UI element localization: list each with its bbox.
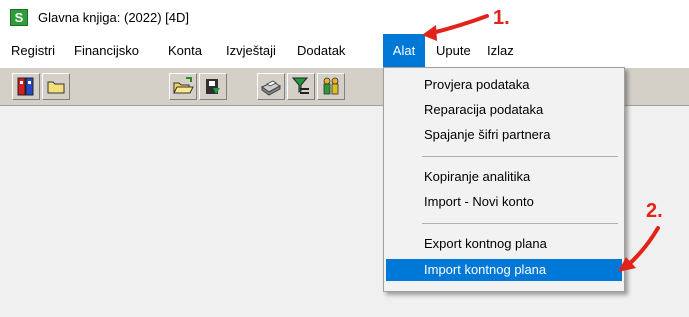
window-title: Glavna knjiga: (2022) [4D] — [38, 10, 190, 25]
filter-sum-button[interactable] — [287, 73, 315, 100]
save-button[interactable] — [199, 73, 227, 100]
annotation-step-1: 1. — [493, 7, 510, 29]
menu-item-reparacija-podataka[interactable]: Reparacija podataka — [386, 99, 622, 121]
menu-financijsko[interactable]: Financijsko — [67, 34, 146, 67]
menu-item-kopiranje-analitika[interactable]: Kopiranje analitika — [386, 166, 622, 188]
menu-item-spajanje-sifri-partnera[interactable]: Spajanje šifri partnera — [386, 124, 622, 146]
app-logo-icon: S — [10, 9, 28, 26]
menu-item-export-kontnog-plana[interactable]: Export kontnog plana — [386, 233, 622, 255]
printer-icon — [261, 80, 282, 96]
open-folder-button[interactable] — [169, 73, 197, 100]
menu-izvjestaji[interactable]: Izvještaji — [219, 34, 283, 67]
print-button[interactable] — [257, 73, 285, 100]
menu-separator — [422, 223, 618, 224]
title-bar: S Glavna knjiga: (2022) [4D] — [0, 0, 689, 34]
open-folder-icon — [173, 77, 194, 94]
menu-item-provjera-podataka[interactable]: Provjera podataka — [386, 74, 622, 96]
menu-dodatak[interactable]: Dodatak — [290, 34, 352, 67]
menu-item-import-novi-konto[interactable]: Import - Novi konto — [386, 191, 622, 213]
annotation-step-2: 2. — [646, 200, 663, 222]
users-button[interactable] — [317, 73, 345, 100]
filter-sum-icon — [291, 77, 309, 94]
menu-bar: Registri Financijsko Konta Izvještaji Do… — [0, 34, 689, 67]
binders-icon — [17, 77, 34, 96]
menu-alat[interactable]: Alat — [383, 34, 425, 67]
users-icon — [323, 77, 339, 95]
menu-konta[interactable]: Konta — [161, 34, 209, 67]
binders-button[interactable] — [12, 73, 40, 100]
folder-icon — [47, 81, 65, 94]
menu-item-import-kontnog-plana[interactable]: Import kontnog plana — [386, 259, 622, 281]
menu-separator — [422, 156, 618, 157]
menu-upute[interactable]: Upute — [429, 34, 478, 67]
folder-button[interactable] — [42, 73, 70, 100]
save-disk-icon — [206, 79, 220, 94]
menu-izlaz[interactable]: Izlaz — [480, 34, 521, 67]
menu-registri[interactable]: Registri — [4, 34, 62, 67]
alat-dropdown-menu: Provjera podataka Reparacija podataka Sp… — [383, 67, 625, 292]
